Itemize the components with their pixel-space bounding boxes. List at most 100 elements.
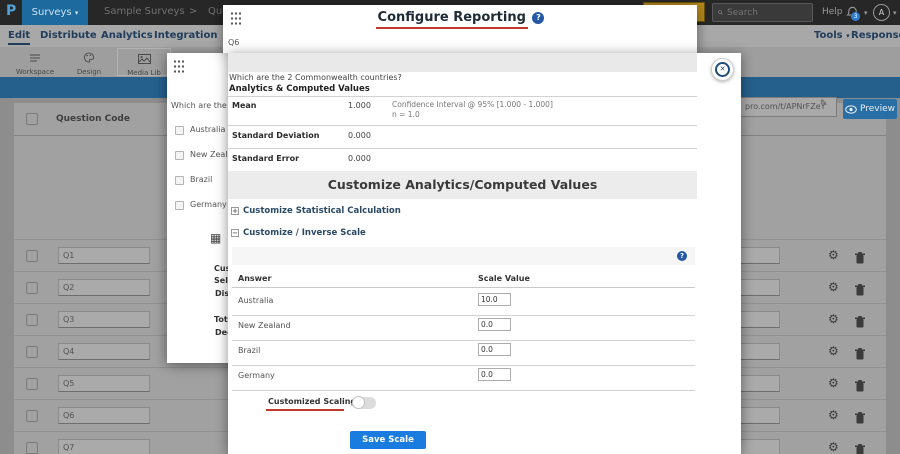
chevron-down-icon: ▾ <box>75 9 79 17</box>
row-checkbox[interactable] <box>26 314 38 326</box>
row-checkbox[interactable] <box>26 250 38 262</box>
row-checkbox[interactable] <box>26 346 38 358</box>
settings-gear-icon[interactable]: ⚙ <box>828 344 839 358</box>
scale-value-input[interactable] <box>478 368 511 381</box>
question-code-input[interactable]: Q3 <box>58 311 150 328</box>
column-header-answer: Answer <box>238 274 271 283</box>
edit-url-icon[interactable]: ✎ <box>820 99 828 109</box>
option-label: Germany <box>190 200 227 209</box>
design-palette-icon <box>83 52 95 63</box>
option-checkbox[interactable] <box>175 126 184 135</box>
option-checkbox[interactable] <box>175 201 184 210</box>
answer-label: New Zealand <box>238 321 291 330</box>
close-button[interactable]: ✕ <box>711 58 734 81</box>
option-checkbox[interactable] <box>175 151 184 160</box>
delete-trash-icon[interactable] <box>855 345 865 364</box>
divider <box>228 125 697 126</box>
breadcrumb-current: Qu <box>208 6 222 17</box>
chevron-down-icon: ▾ <box>846 32 850 40</box>
tools-menu[interactable]: Tools ▾ <box>814 25 850 47</box>
delete-trash-icon[interactable] <box>855 409 865 428</box>
red-underline <box>266 409 344 411</box>
chevron-down-icon[interactable]: ▾ <box>893 9 897 17</box>
settings-gear-icon[interactable]: ⚙ <box>828 280 839 294</box>
preview-button[interactable]: Preview <box>843 99 897 119</box>
question-code-input[interactable]: Q7 <box>58 439 150 454</box>
row-checkbox[interactable] <box>26 378 38 390</box>
media-library-tile[interactable]: Media Lib <box>117 48 171 76</box>
eye-icon <box>845 105 857 114</box>
expander-inverse-scale[interactable]: − Customize / Inverse Scale <box>231 228 366 238</box>
menu-item-analytics[interactable]: Analytics <box>101 25 153 47</box>
option-checkbox[interactable] <box>175 176 184 185</box>
settings-gear-icon[interactable]: ⚙ <box>828 408 839 422</box>
row-checkbox[interactable] <box>26 282 38 294</box>
help-icon[interactable]: ? <box>677 251 687 261</box>
settings-gear-icon[interactable]: ⚙ <box>828 312 839 326</box>
customized-scaling-toggle[interactable] <box>352 397 376 409</box>
help-icon[interactable]: ? <box>532 12 544 24</box>
stat-value: 1.000 <box>348 101 371 110</box>
surveys-menu[interactable]: Surveys ▾ <box>22 0 88 25</box>
delete-trash-icon[interactable] <box>855 313 865 332</box>
search-box[interactable] <box>712 3 813 22</box>
save-scale-values-button[interactable]: Save Scale Values <box>350 431 426 449</box>
delete-trash-icon[interactable] <box>855 249 865 268</box>
plus-icon: + <box>231 207 239 215</box>
delete-trash-icon[interactable] <box>855 377 865 396</box>
grid-chart-icon[interactable]: ▦ <box>210 231 221 245</box>
question-code-input[interactable]: Q2 <box>58 279 150 296</box>
settings-gear-icon[interactable]: ⚙ <box>828 248 839 262</box>
row-checkbox[interactable] <box>26 442 38 454</box>
notification-badge: 3 <box>851 12 860 21</box>
row-checkbox[interactable] <box>26 410 38 422</box>
stat-note: Confidence Interval @ 95% [1.000 - 1.000… <box>392 100 553 120</box>
question-code-label: Q6 <box>228 38 239 47</box>
scale-value-input[interactable] <box>478 343 511 356</box>
menu-item-edit[interactable]: Edit <box>8 25 30 45</box>
workspace-tile[interactable]: Workspace <box>8 48 62 76</box>
avatar[interactable]: A <box>873 4 890 21</box>
media-image-icon <box>138 54 151 64</box>
column-header-question-code: Question Code <box>56 114 130 124</box>
question-text: Which are the 2 Commonwealth countries? <box>229 73 402 82</box>
divider <box>228 148 697 149</box>
answer-label: Brazil <box>238 346 260 355</box>
response-count[interactable]: Response: 1 <box>851 25 900 47</box>
question-code-input[interactable]: Q4 <box>58 343 150 360</box>
stat-value: 0.000 <box>348 131 371 140</box>
drag-handle-icon[interactable] <box>173 59 184 74</box>
panel-header-strip <box>228 53 697 72</box>
stat-label: Standard Deviation <box>232 131 319 140</box>
divider <box>232 365 695 366</box>
analytics-heading: Analytics & Computed Values <box>229 84 370 94</box>
select-all-checkbox[interactable] <box>26 113 38 125</box>
answer-label: Germany <box>238 371 275 380</box>
settings-gear-icon[interactable]: ⚙ <box>828 440 839 454</box>
help-link[interactable]: Help <box>822 7 843 17</box>
menu-item-distribute[interactable]: Distribute <box>40 25 97 47</box>
configure-reporting-modal: Configure Reporting ? Q6 <box>223 5 697 53</box>
question-code-input[interactable]: Q6 <box>58 407 150 424</box>
search-input[interactable] <box>727 8 807 18</box>
questionpro-logo: P <box>6 3 16 19</box>
expander-statistical-calculation[interactable]: + Customize Statistical Calculation <box>231 206 401 216</box>
questionpro-app: P Surveys ▾ Sample Surveys > Qu Help 3 ▾… <box>0 0 900 454</box>
breadcrumb-sample-surveys[interactable]: Sample Surveys <box>104 6 185 17</box>
menu-item-integration[interactable]: Integration <box>154 25 217 47</box>
chevron-down-icon[interactable]: ▾ <box>864 9 868 17</box>
scale-value-input[interactable] <box>478 318 511 331</box>
column-header-scale-value: Scale Value <box>478 274 530 283</box>
scale-value-input[interactable] <box>478 293 511 306</box>
divider <box>232 340 695 341</box>
analytics-customize-panel: ✕ Which are the 2 Commonwealth countries… <box>228 53 741 454</box>
delete-trash-icon[interactable] <box>855 281 865 300</box>
settings-gear-icon[interactable]: ⚙ <box>828 376 839 390</box>
design-tile[interactable]: Design <box>62 48 116 76</box>
divider <box>232 287 695 288</box>
question-code-input[interactable]: Q5 <box>58 375 150 392</box>
delete-trash-icon[interactable] <box>855 441 865 454</box>
question-code-input[interactable]: Q1 <box>58 247 150 264</box>
close-icon: ✕ <box>715 62 730 77</box>
divider <box>228 96 697 97</box>
